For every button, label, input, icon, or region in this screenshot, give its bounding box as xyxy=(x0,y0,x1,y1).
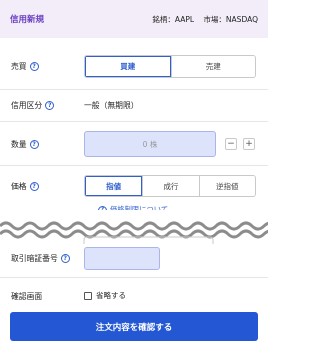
price-label: 価格 xyxy=(11,182,27,191)
quantity-input[interactable]: 0 株 xyxy=(84,131,216,157)
confirm-screen-row-label: 確認画面 xyxy=(11,291,42,302)
market-order-option[interactable]: 成行 xyxy=(142,176,199,196)
trading-pin-input[interactable] xyxy=(84,247,160,270)
margin-type-help-icon[interactable]: ? xyxy=(45,101,55,110)
divider xyxy=(0,121,268,122)
certificate-help-icon[interactable]: ? xyxy=(60,254,70,263)
quantity-help-icon[interactable]: ? xyxy=(29,140,39,149)
sell-open-option[interactable]: 売建 xyxy=(170,56,255,77)
torn-edge-separator xyxy=(0,210,268,244)
certificate-row-label: 取引暗証番号 ? xyxy=(11,253,70,264)
margin-type-value: 一般（無期限） xyxy=(84,101,139,110)
skip-confirm-checkbox[interactable] xyxy=(84,291,92,300)
side-help-icon[interactable]: ? xyxy=(29,62,39,71)
confirm-screen-label: 確認画面 xyxy=(11,292,43,301)
side-toggle: 買建 売建 xyxy=(84,55,256,78)
price-type-toggle: 指値 成行 逆指値 xyxy=(84,175,256,197)
stop-order-option[interactable]: 逆指値 xyxy=(198,176,255,196)
symbol-label: 銘柄：AAPL xyxy=(152,14,195,24)
divider xyxy=(0,89,268,90)
price-row-label: 価格 ? xyxy=(11,181,39,192)
certificate-label: 取引暗証番号 xyxy=(11,254,58,263)
quantity-label: 数量 xyxy=(11,140,27,149)
confirm-order-button[interactable]: 注文内容を確認する xyxy=(10,312,258,341)
divider xyxy=(0,165,268,166)
quantity-decrement-button[interactable]: − xyxy=(225,138,237,150)
order-meta: 銘柄：AAPL 市場：NASDAQ xyxy=(145,14,258,25)
divider xyxy=(0,277,268,278)
side-label: 売買 xyxy=(11,62,27,71)
order-header: 信用新規 銘柄：AAPL 市場：NASDAQ xyxy=(0,0,268,38)
market-label: 市場：NASDAQ xyxy=(203,14,258,24)
side-row-label: 売買 ? xyxy=(11,61,39,72)
order-type-title: 信用新規 xyxy=(10,15,45,25)
buy-open-option[interactable]: 買建 xyxy=(85,56,171,77)
quantity-increment-button[interactable]: + xyxy=(243,138,255,150)
skip-confirm-option[interactable]: 省略する xyxy=(84,290,126,301)
limit-order-option[interactable]: 指値 xyxy=(85,176,143,196)
margin-type-row-label: 信用区分 ? xyxy=(11,100,55,111)
margin-type-label: 信用区分 xyxy=(11,101,43,110)
skip-confirm-label: 省略する xyxy=(96,291,126,300)
quantity-row-label: 数量 ? xyxy=(11,139,39,150)
price-help-icon[interactable]: ? xyxy=(29,182,39,191)
